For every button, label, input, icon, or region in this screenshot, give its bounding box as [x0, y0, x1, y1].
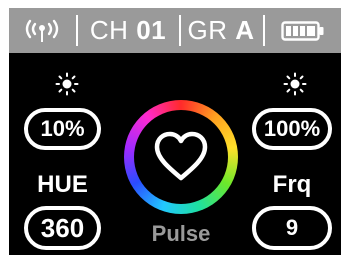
sun-icon	[283, 72, 307, 96]
status-bar: CH 01 GR A	[9, 8, 341, 53]
signal-icon	[25, 19, 59, 42]
frequency-value[interactable]: 9	[252, 206, 332, 250]
group-value: A	[235, 15, 255, 45]
signal-indicator	[9, 8, 75, 53]
color-ring[interactable]	[124, 100, 238, 214]
device-screen: CH 01 GR A 10% 100% HUE Frq 360 9 Pulse	[9, 8, 341, 255]
group-indicator[interactable]: GR A	[181, 8, 261, 53]
heart-icon	[154, 131, 208, 181]
left-brightness-value[interactable]: 10%	[24, 108, 101, 150]
mode-icon-container	[134, 110, 228, 204]
group-label: GR	[187, 15, 228, 45]
sun-icon	[55, 72, 79, 96]
channel-label: CH	[89, 15, 129, 45]
hue-value[interactable]: 360	[24, 206, 101, 250]
right-brightness-value[interactable]: 100%	[252, 108, 332, 150]
frequency-label: Frq	[272, 171, 312, 198]
mode-label: Pulse	[151, 221, 211, 246]
battery-icon	[281, 20, 324, 41]
battery-indicator	[265, 8, 341, 53]
hue-label: HUE	[37, 171, 88, 198]
channel-indicator[interactable]: CH 01	[78, 8, 178, 53]
channel-value: 01	[136, 15, 167, 45]
